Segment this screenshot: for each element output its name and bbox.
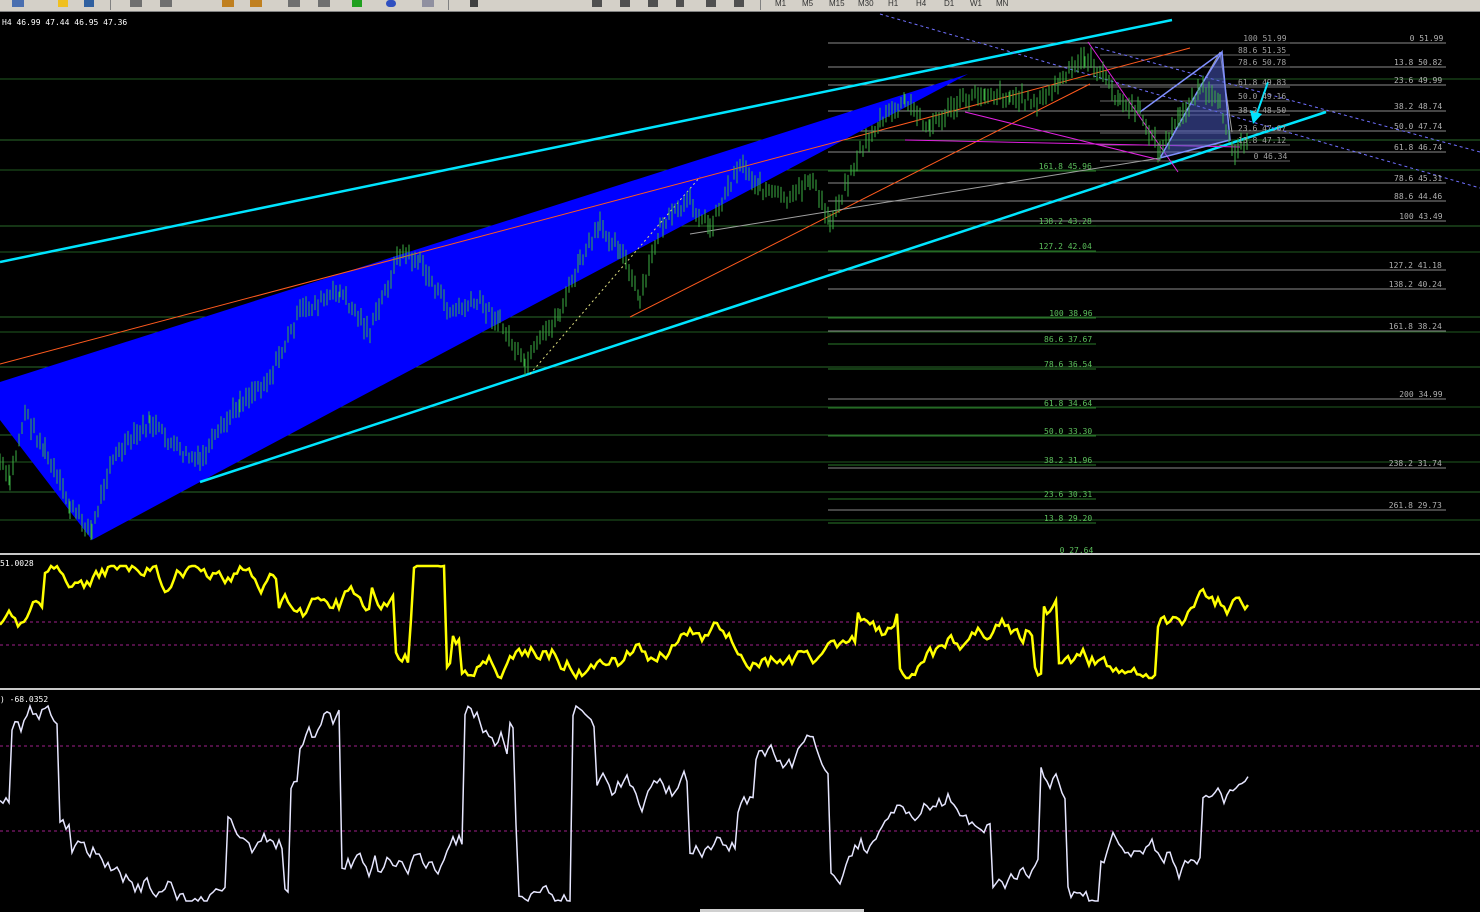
timeframe-mn[interactable]: MN [996, 0, 1008, 8]
fib-level-label: 238.2 31.74 [1388, 459, 1442, 468]
indicator-1-canvas [0, 564, 1480, 681]
fib-level-label: 50.0 33.30 [1044, 427, 1093, 436]
fibonacci-icon[interactable] [620, 0, 630, 7]
fib-level-label: 0 51.99 [1409, 34, 1444, 43]
fib-level-label: 38.2 31.96 [1044, 456, 1093, 465]
blue-channel-fill [0, 74, 968, 540]
fib-level-label: 13.8 50.82 [1394, 58, 1443, 67]
dashed-trendline [879, 13, 1480, 189]
indicator-2-value: ) -68.0352 [0, 695, 49, 704]
fib-level-label: 86.6 37.67 [1044, 335, 1093, 344]
fib-level-label: 100 38.96 [1049, 309, 1093, 318]
chart-info-label: H4 46.99 47.44 46.95 47.36 [2, 18, 128, 27]
fib-level-label: 50.0 47.74 [1394, 122, 1443, 131]
fib-level-label: 23.6 47.67 [1238, 124, 1287, 133]
magnifier-icon[interactable] [222, 0, 234, 7]
timeframe-m1[interactable]: M1 [775, 0, 786, 8]
fib-level-label: 138.2 40.24 [1388, 280, 1442, 289]
chart-shift-icon[interactable] [318, 0, 330, 7]
zoom-out-icon[interactable] [160, 0, 172, 7]
fib-level-label: 13.8 47.12 [1238, 136, 1287, 145]
fib-level-label: 78.6 50.78 [1238, 58, 1287, 67]
fib-level-label: 138.2 43.28 [1038, 217, 1092, 226]
fib-level-label: 0 27.64 [1059, 546, 1094, 553]
trendline-icon[interactable] [592, 0, 602, 7]
fib-level-label: 161.8 45.96 [1038, 162, 1092, 171]
fib-level-label: 50.0 49.16 [1238, 92, 1287, 101]
text-label-icon[interactable] [648, 0, 658, 7]
fib-level-label: 88.6 51.35 [1238, 46, 1287, 55]
indicator-2-canvas [0, 703, 1480, 903]
fib-level-label: 38.2 48.74 [1394, 102, 1443, 111]
fib-level-label: 38.2 48.50 [1238, 106, 1287, 115]
fib-level-label: 61.8 34.64 [1044, 399, 1093, 408]
save-icon[interactable] [84, 0, 94, 7]
timeframe-m15[interactable]: M15 [829, 0, 845, 8]
chart-grid-icon[interactable] [288, 0, 300, 7]
timeframe-m5[interactable]: M5 [802, 0, 813, 8]
add-indicator-icon[interactable] [352, 0, 362, 7]
cursor-icon[interactable] [470, 0, 478, 7]
timeframe-d1[interactable]: D1 [944, 0, 954, 8]
main-price-chart[interactable]: H4 46.99 47.44 46.95 47.36 100 38.96 86.6… [0, 12, 1480, 553]
timeframe-h4[interactable]: H4 [916, 0, 926, 8]
indicator-2-line [0, 703, 1249, 903]
fib-level-label: 23.6 49.99 [1394, 76, 1443, 85]
arrow-icon[interactable] [676, 0, 684, 7]
clock-icon[interactable] [386, 0, 396, 7]
template-icon[interactable] [422, 0, 434, 7]
fib-level-label: 161.8 38.24 [1388, 322, 1442, 331]
fib-level-label: 127.2 42.04 [1038, 242, 1092, 251]
star-icon[interactable] [58, 0, 68, 7]
timeframe-h1[interactable]: H1 [888, 0, 898, 8]
fib-level-label: 13.8 29.20 [1044, 514, 1093, 523]
magnifier-minus-icon[interactable] [250, 0, 262, 7]
fib-level-label: 88.6 44.46 [1394, 192, 1443, 201]
fib-level-label: 261.8 29.73 [1388, 501, 1442, 510]
fibonacci-levels [0, 42, 1480, 524]
pane-separator-2[interactable] [0, 688, 1480, 690]
timeframe-m30[interactable]: M30 [858, 0, 874, 8]
fib-level-label: 100 51.99 [1243, 34, 1287, 43]
fib-level-label: 127.2 41.18 [1388, 261, 1442, 270]
fib-level-label: 78.6 36.54 [1044, 360, 1093, 369]
fib-level-label: 0 46.34 [1253, 152, 1288, 161]
zoom-in-icon[interactable] [130, 0, 142, 7]
settings-icon[interactable] [734, 0, 744, 7]
toolbar-icon[interactable] [12, 0, 24, 7]
shapes-icon[interactable] [706, 0, 716, 7]
indicator-pane-2[interactable]: ) -68.0352 [0, 691, 1480, 912]
fib-level-label: 100 43.49 [1399, 212, 1443, 221]
fib-level-label: 61.8 49.83 [1238, 78, 1287, 87]
fib-level-label: 23.6 30.31 [1044, 490, 1093, 499]
timeframe-w1[interactable]: W1 [970, 0, 982, 8]
indicator-pane-1[interactable]: 51.0028 [0, 556, 1480, 688]
fib-level-label: 200 34.99 [1399, 390, 1443, 399]
fib-level-label: 61.8 46.74 [1394, 143, 1443, 152]
magenta-line-1 [964, 111, 1161, 161]
fib-level-label: 78.6 45.31 [1394, 174, 1443, 183]
pane-separator[interactable] [0, 553, 1480, 555]
indicator-1-value: 51.0028 [0, 559, 34, 568]
chart-toolbar: M1 M5 M15 M30 H1 H4 D1 W1 MN [0, 0, 1480, 12]
